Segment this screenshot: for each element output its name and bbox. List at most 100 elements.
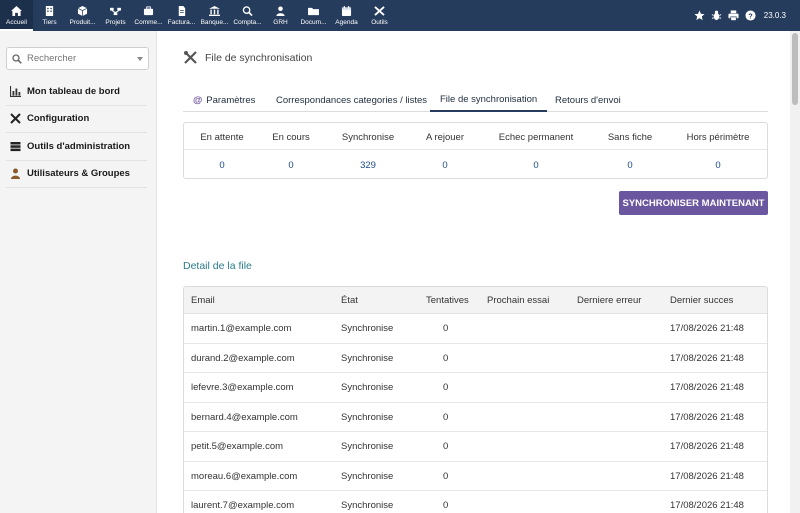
nav-item-commerce[interactable]: Comme... bbox=[132, 0, 165, 31]
nav-item-comptabilite[interactable]: Compta... bbox=[231, 0, 264, 31]
tab-label: Correspondances categories / listes bbox=[276, 94, 428, 106]
at-icon: @ bbox=[193, 94, 203, 106]
cell-email: moreau.6@example.com bbox=[191, 470, 298, 482]
nav-item-agenda[interactable]: Agenda bbox=[330, 0, 363, 31]
search-dollar-icon bbox=[242, 5, 253, 16]
sync-stats-panel: En attente 0 En cours 0 Synchronise 329 … bbox=[183, 122, 768, 179]
nav-item-banque[interactable]: Banque... bbox=[198, 0, 231, 31]
column-header-derniere-erreur[interactable]: Derniere erreur bbox=[577, 295, 641, 306]
tools-icon bbox=[10, 113, 21, 124]
sidebar-item-label: Outils d'administration bbox=[27, 140, 131, 152]
cell-email: bernard.4@example.com bbox=[191, 411, 298, 423]
cell-tentatives: 0 bbox=[443, 470, 449, 482]
stat-sans-fiche: Sans fiche 0 bbox=[596, 123, 664, 180]
nav-item-produits[interactable]: Produit... bbox=[66, 0, 99, 31]
nav-item-accueil[interactable]: Accueil bbox=[0, 0, 33, 31]
nav-item-projets[interactable]: Projets bbox=[99, 0, 132, 31]
cell-tentatives: 0 bbox=[443, 382, 449, 393]
queue-table: Email État Tentatives Prochain essai Der… bbox=[183, 286, 768, 513]
cell-tentatives: 0 bbox=[443, 352, 449, 364]
printer-icon[interactable] bbox=[728, 10, 739, 21]
tab-parametres[interactable]: @ Paramètres bbox=[193, 88, 255, 112]
sidebar-menu: Mon tableau de bord Configuration Outils… bbox=[6, 78, 147, 188]
cell-dernier-succes: 17/08/2026 21:48 bbox=[670, 470, 744, 482]
sidebar-item-dashboard[interactable]: Mon tableau de bord bbox=[6, 78, 147, 106]
sidebar-item-configuration[interactable]: Configuration bbox=[6, 106, 147, 133]
nav-label: Docum... bbox=[300, 18, 327, 26]
nav-label: Tiers bbox=[42, 18, 57, 26]
cell-etat: Synchronise bbox=[341, 441, 394, 452]
cell-etat: Synchronise bbox=[341, 500, 394, 511]
tab-label: Retours d'envoi bbox=[555, 94, 621, 106]
file-icon bbox=[178, 5, 186, 16]
column-header-prochain-essai[interactable]: Prochain essai bbox=[487, 295, 549, 306]
sidebar-item-label: Configuration bbox=[27, 113, 90, 125]
nav-label: Compta... bbox=[233, 18, 262, 26]
cell-tentatives: 0 bbox=[443, 411, 449, 423]
scrollbar-thumb[interactable] bbox=[792, 33, 798, 105]
main-menu: Accueil Tiers Produit... Projets Comme..… bbox=[0, 0, 396, 31]
nav-label: Factura... bbox=[167, 18, 196, 26]
column-header-email[interactable]: Email bbox=[191, 295, 215, 306]
stat-synchronise: Synchronise 329 bbox=[332, 123, 404, 180]
column-header-tentatives[interactable]: Tentatives bbox=[426, 295, 469, 306]
sync-now-button[interactable]: SYNCHRONISER MAINTENANT bbox=[619, 191, 768, 215]
nav-label: Projets bbox=[105, 18, 126, 26]
queue-section-title: Detail de la file bbox=[183, 260, 252, 272]
nav-item-facturation[interactable]: Factura... bbox=[165, 0, 198, 31]
nav-item-documents[interactable]: Docum... bbox=[297, 0, 330, 31]
sidebar-item-users-groups[interactable]: Utilisateurs & Groupes bbox=[6, 161, 147, 188]
cell-dernier-succes: 17/08/2026 21:48 bbox=[670, 382, 744, 393]
stat-label: Synchronise bbox=[341, 132, 395, 143]
nav-item-outils[interactable]: Outils bbox=[363, 0, 396, 31]
stat-label: En attente bbox=[200, 132, 244, 143]
nav-label: Accueil bbox=[6, 18, 27, 26]
stat-value: 0 bbox=[533, 160, 539, 171]
nav-item-grh[interactable]: GRH bbox=[264, 0, 297, 31]
column-header-etat[interactable]: État bbox=[341, 295, 358, 306]
sidebar-item-admin-tools[interactable]: Outils d'administration bbox=[6, 133, 147, 161]
search-icon bbox=[12, 53, 22, 64]
tab-retours-envoi[interactable]: Retours d'envoi bbox=[555, 88, 621, 112]
help-icon[interactable]: ? bbox=[745, 10, 756, 21]
stat-en-attente: En attente 0 bbox=[188, 123, 256, 180]
stat-value: 329 bbox=[360, 160, 376, 171]
table-row: bernard.4@example.com Synchronise 0 17/0… bbox=[184, 403, 767, 432]
tab-file-de-synchronisation[interactable]: File de synchronisation bbox=[430, 88, 548, 112]
tab-bar: @ Paramètres Correspondances categories … bbox=[183, 88, 768, 112]
chart-icon bbox=[10, 85, 21, 97]
suitcase-icon bbox=[143, 5, 154, 15]
svg-text:?: ? bbox=[748, 11, 753, 20]
users-icon bbox=[276, 5, 285, 16]
tab-correspondances[interactable]: Correspondances categories / listes bbox=[276, 88, 427, 112]
top-right-tools: ? 23.0.3 bbox=[694, 0, 786, 31]
table-row: moreau.6@example.com Synchronise 0 17/08… bbox=[184, 462, 767, 491]
sitemap-icon bbox=[110, 7, 121, 15]
table-header: Email État Tentatives Prochain essai Der… bbox=[184, 287, 767, 314]
nav-item-tiers[interactable]: Tiers bbox=[33, 0, 66, 31]
stat-value: 0 bbox=[442, 160, 448, 171]
page-title: File de synchronisation bbox=[205, 51, 313, 64]
stat-label: Echec permanent bbox=[498, 132, 574, 143]
user-icon bbox=[11, 168, 20, 180]
nav-label: GRH bbox=[273, 18, 288, 26]
sidebar-search[interactable] bbox=[6, 47, 149, 70]
column-header-dernier-succes[interactable]: Dernier succes bbox=[670, 295, 733, 306]
search-input[interactable] bbox=[27, 53, 127, 64]
page-header: File de synchronisation bbox=[183, 50, 312, 65]
cell-dernier-succes: 17/08/2026 21:48 bbox=[670, 411, 744, 423]
cell-etat: Synchronise bbox=[341, 411, 394, 423]
table-row: martin.1@example.com Synchronise 0 17/08… bbox=[184, 314, 767, 344]
page-scrollbar[interactable] bbox=[790, 31, 800, 513]
star-icon[interactable] bbox=[694, 10, 705, 21]
chevron-down-icon[interactable] bbox=[137, 57, 143, 61]
cell-email: durand.2@example.com bbox=[191, 352, 295, 364]
top-navbar: Accueil Tiers Produit... Projets Comme..… bbox=[0, 0, 800, 31]
cell-tentatives: 0 bbox=[443, 500, 449, 511]
stat-value: 0 bbox=[627, 160, 633, 171]
table-row: lefevre.3@example.com Synchronise 0 17/0… bbox=[184, 373, 767, 403]
cell-email: lefevre.3@example.com bbox=[191, 382, 294, 393]
cell-email: martin.1@example.com bbox=[191, 323, 292, 334]
cell-email: petit.5@example.com bbox=[191, 441, 284, 452]
bug-icon[interactable] bbox=[711, 10, 722, 21]
